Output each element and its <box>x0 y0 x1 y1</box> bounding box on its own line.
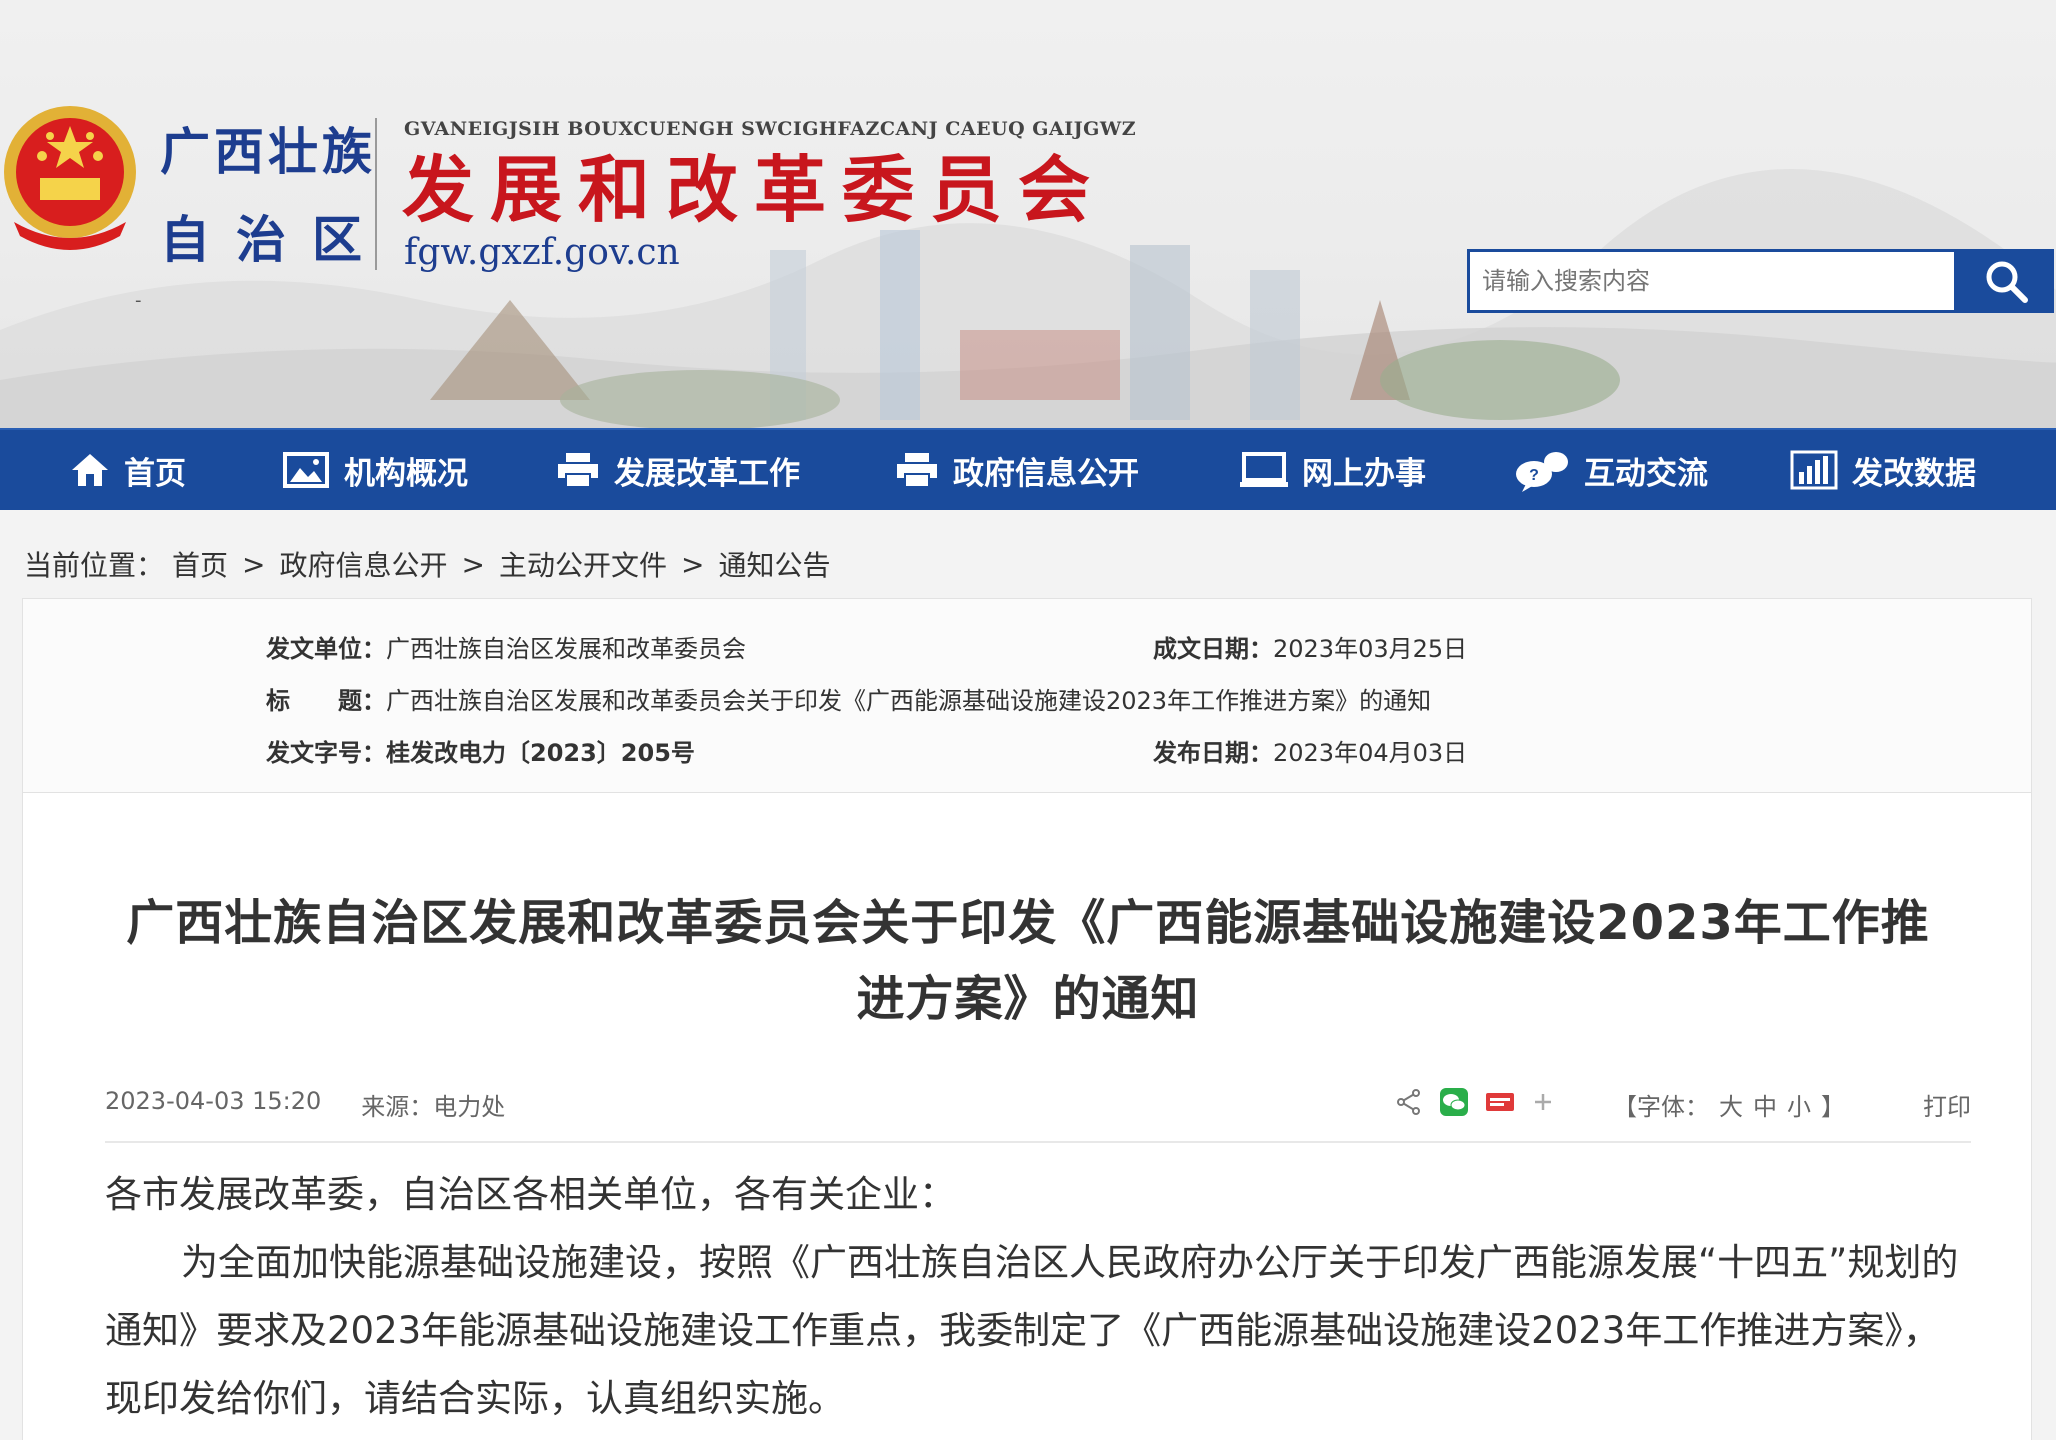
breadcrumb-gov-info[interactable]: 政府信息公开 <box>280 544 448 584</box>
nav-item-about[interactable]: 机构概况 <box>282 430 468 510</box>
meta-created-value: 2023年03月25日 <box>1273 635 1468 663</box>
meta-published-value: 2023年04月03日 <box>1273 739 1468 767</box>
article-container: 发文单位： 广西壮族自治区发展和改革委员会 成文日期： 2023年03月25日 … <box>22 598 2032 1440</box>
meta-docno-label: 发文字号： <box>266 739 386 767</box>
meta-title-value: 广西壮族自治区发展和改革委员会关于印发《广西能源基础设施建设2023年工作推进方… <box>386 687 1432 715</box>
article-datetime: 2023-04-03 15:20 <box>105 1087 322 1115</box>
nav-item-home[interactable]: 首页 <box>70 430 186 510</box>
meta-created-label: 成文日期： <box>1153 635 1273 663</box>
breadcrumb: 当前位置： 首页 > 政府信息公开 > 主动公开文件 > 通知公告 <box>24 544 830 584</box>
nav-label-reform-work: 发展改革工作 <box>614 455 800 492</box>
nav-item-online-service[interactable]: 网上办事 <box>1240 430 1426 510</box>
article-body: 各市发展改革委，自治区各相关单位，各有关企业： 为全面加快能源基础设施建设，按照… <box>105 1161 1971 1433</box>
meta-title-label-1: 标 <box>266 687 290 715</box>
picture-icon <box>283 452 329 488</box>
font-size-small[interactable]: 小 <box>1787 1087 1811 1122</box>
article-title: 广西壮族自治区发展和改革委员会关于印发《广西能源基础设施建设2023年工作推 进… <box>83 885 1973 1037</box>
article-paragraph: 为全面加快能源基础设施建设，按照《广西壮族自治区人民政府办公厅关于印发广西能源发… <box>105 1241 1959 1420</box>
nav-item-reform-work[interactable]: 发展改革工作 <box>556 430 800 510</box>
toutiao-icon[interactable] <box>1485 1090 1515 1114</box>
home-icon <box>72 454 108 486</box>
org-domain: fgw.gxzf.gov.cn <box>404 232 680 273</box>
org-name-pinyin: GVANEIGJSIH BOUXCUENGH SWCIGHFAZCANJ CAE… <box>404 118 1137 140</box>
article-source: 来源：电力处 <box>361 1093 506 1121</box>
breadcrumb-separator: > <box>461 547 485 581</box>
breadcrumb-prefix: 当前位置： <box>24 549 165 582</box>
document-meta-box: 发文单位： 广西壮族自治区发展和改革委员会 成文日期： 2023年03月25日 … <box>23 599 2031 793</box>
bar-chart-icon <box>1790 450 1838 490</box>
article-salutation: 各市发展改革委，自治区各相关单位，各有关企业： <box>105 1173 956 1216</box>
nav-label-gov-info: 政府信息公开 <box>953 455 1139 492</box>
breadcrumb-public-docs[interactable]: 主动公开文件 <box>499 544 667 584</box>
article-info-left: 2023-04-03 15:20 来源：电力处 <box>105 1087 505 1122</box>
breadcrumb-separator: > <box>242 547 266 581</box>
meta-published-date: 发布日期： 2023年04月03日 <box>1153 733 1467 768</box>
nav-label-online-service: 网上办事 <box>1302 455 1426 492</box>
search-icon <box>1986 261 2028 303</box>
article-info-bar: 2023-04-03 15:20 来源：电力处 【字体： 大 中 小 】 打印 <box>105 1087 1971 1143</box>
search-input[interactable] <box>1467 249 1957 313</box>
region-name-line2: 自治区 <box>160 210 388 269</box>
org-name: 发展和改革委员会 <box>402 147 1107 232</box>
nav-label-about: 机构概况 <box>344 455 468 492</box>
font-size-control: 【字体： 大 中 小 】 <box>1613 1087 1845 1122</box>
breadcrumb-notices[interactable]: 通知公告 <box>718 544 830 584</box>
header-divider <box>375 118 377 270</box>
printer-icon <box>897 453 937 488</box>
main-nav: 首页 机构概况 发展改革工作 政府信息公开 网上办事 ? 互动交流 发改数据 <box>0 428 2056 510</box>
share-toolbar <box>1395 1087 1555 1117</box>
region-name-line1: 广西壮族 <box>160 122 376 181</box>
monitor-icon <box>1240 452 1288 487</box>
printer-icon <box>558 453 598 488</box>
meta-issuer-value: 广西壮族自治区发展和改革委员会 <box>386 635 746 663</box>
meta-title-label-2: 题： <box>338 687 386 715</box>
font-size-large[interactable]: 大 <box>1719 1087 1743 1122</box>
article-title-line1: 广西壮族自治区发展和改革委员会关于印发《广西能源基础设施建设2023年工作推 <box>126 895 1930 951</box>
svg-text:?: ? <box>1529 467 1539 484</box>
wechat-icon[interactable] <box>1439 1087 1469 1117</box>
plus-icon[interactable] <box>1531 1090 1555 1114</box>
meta-docno-value: 桂发改电力〔2023〕205号 <box>386 739 695 767</box>
nav-item-data[interactable]: 发改数据 <box>1790 430 1976 510</box>
chat-icon: ? <box>1516 452 1568 492</box>
nav-item-interaction[interactable]: ? 互动交流 <box>1514 430 1708 510</box>
site-header: 广西壮族 自治区 GVANEIGJSIH BOUXCUENGH SWCIGHFA… <box>0 0 2056 428</box>
font-size-suffix: 】 <box>1821 1093 1845 1121</box>
nav-item-gov-info[interactable]: 政府信息公开 <box>895 430 1139 510</box>
meta-title: 标 题： 广西壮族自治区发展和改革委员会关于印发《广西能源基础设施建设2023年… <box>266 681 1431 716</box>
meta-issuer-label: 发文单位： <box>266 635 386 663</box>
stray-mark: - <box>135 290 142 311</box>
search-button[interactable] <box>1957 249 2054 313</box>
print-link[interactable]: 打印 <box>1923 1087 1971 1122</box>
breadcrumb-separator: > <box>681 547 705 581</box>
nav-label-interaction: 互动交流 <box>1584 455 1708 492</box>
font-size-prefix: 【字体： <box>1613 1093 1709 1121</box>
meta-created-date: 成文日期： 2023年03月25日 <box>1153 629 1467 664</box>
share-icon[interactable] <box>1395 1088 1423 1116</box>
nav-label-data: 发改数据 <box>1852 455 1976 492</box>
meta-doc-number: 发文字号： 桂发改电力〔2023〕205号 <box>266 733 695 768</box>
breadcrumb-home[interactable]: 首页 <box>172 544 228 584</box>
nav-label-home: 首页 <box>124 455 186 492</box>
national-emblem-icon <box>4 106 136 250</box>
meta-published-label: 发布日期： <box>1153 739 1273 767</box>
article-title-line2: 进方案》的通知 <box>856 971 1200 1027</box>
meta-issuer: 发文单位： 广西壮族自治区发展和改革委员会 <box>266 629 746 664</box>
font-size-medium[interactable]: 中 <box>1753 1087 1777 1122</box>
